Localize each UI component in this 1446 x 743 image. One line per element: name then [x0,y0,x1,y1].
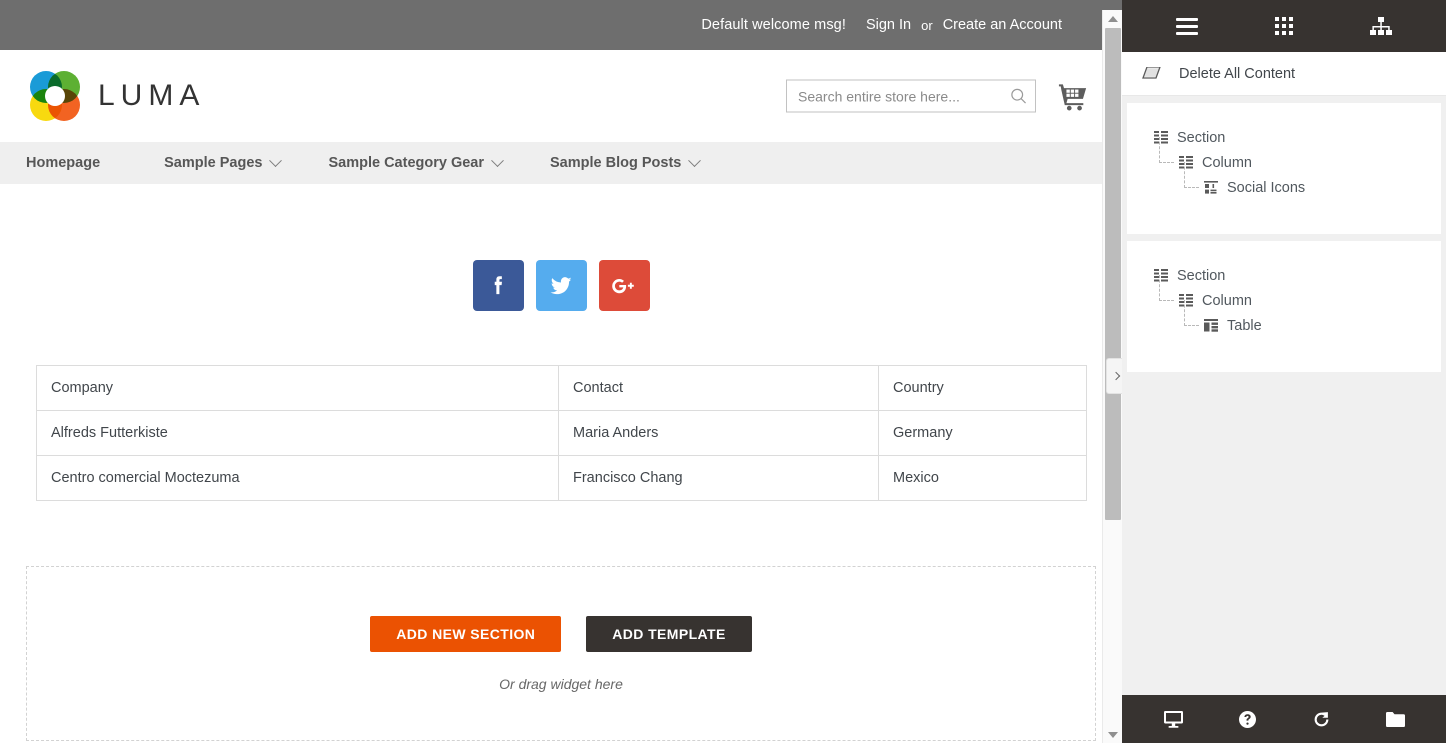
social-icons-block [0,260,1122,311]
grid-icon [1274,17,1293,35]
tree-node-column[interactable]: Column [1127,275,1441,313]
search-box[interactable] [786,79,1036,113]
panel-collapse-handle[interactable] [1106,358,1122,394]
table-header-cell: Contact [558,365,879,411]
chevron-right-icon [1111,371,1120,381]
grid-view-button[interactable] [1264,6,1304,46]
tree-node-label: Social Icons [1227,179,1306,196]
scroll-up-arrow-icon[interactable] [1103,10,1122,27]
nav-item-sample-pages[interactable]: Sample Pages [140,142,304,184]
facebook-icon [494,275,502,294]
welcome-bar: Default welcome msg! Sign In or Create a… [0,0,1122,50]
tree-node-label: Column [1202,292,1252,309]
content-table: Company Contact Country Alfreds Futterki… [36,365,1087,501]
sign-in-link[interactable]: Sign In [866,17,911,33]
add-template-button[interactable]: ADD TEMPLATE [586,615,752,652]
nav-label: Sample Blog Posts [550,155,682,171]
page-content: Company Contact Country Alfreds Futterki… [0,260,1122,741]
main-navigation: Homepage Sample Pages Sample Category Ge… [0,142,1122,184]
help-button[interactable] [1230,702,1264,736]
help-icon [1238,710,1256,728]
twitter-button[interactable] [535,260,587,311]
content-tree: Section Column Social Icons Section Colu… [1122,96,1446,695]
desktop-icon [1163,710,1183,728]
nav-label: Sample Pages [164,155,263,171]
table-cell: Francisco Chang [558,455,879,501]
storefront-preview: Default welcome msg! Sign In or Create a… [0,0,1122,743]
table-cell: Germany [878,410,1087,456]
builder-footer-toolbar [1122,695,1446,743]
table-cell: Alfreds Futterkiste [36,410,559,456]
viewport-button[interactable] [1156,702,1190,736]
nav-item-homepage[interactable]: Homepage [26,142,140,184]
logo[interactable]: LUMA [30,71,205,121]
tree-node-label: Table [1227,317,1262,334]
tree-card: Section Column [1127,241,1441,372]
scroll-down-arrow-icon[interactable] [1103,726,1122,743]
search-input[interactable] [798,88,1010,104]
chevron-down-icon [269,153,283,167]
twitter-icon [550,276,572,294]
google-plus-button[interactable] [598,260,650,311]
templates-folder-button[interactable] [1378,702,1412,736]
page-builder-panel: Delete All Content Section Column Social… [1122,0,1446,743]
dropzone-actions: ADD NEW SECTION ADD TEMPLATE [370,615,752,652]
header-actions [786,79,1088,113]
google-plus-icon [612,278,634,293]
table-icon [1204,318,1218,332]
table-row: Alfreds Futterkiste Maria Anders Germany [36,410,1087,456]
eraser-icon [1142,67,1161,79]
history-icon [1314,711,1328,726]
shopping-cart-icon[interactable] [1058,81,1088,111]
nav-item-sample-category-gear[interactable]: Sample Category Gear [304,142,526,184]
sitemap-icon [1370,16,1393,35]
table-row: Centro comercial Moctezuma Francisco Cha… [36,455,1087,501]
luma-logo-icon [30,71,80,121]
tree-card: Section Column [1127,103,1441,234]
facebook-button[interactable] [472,260,524,311]
app-root: Default welcome msg! Sign In or Create a… [0,0,1446,743]
hamburger-menu-button[interactable] [1167,6,1207,46]
tree-node-section[interactable]: Section [1127,263,1441,288]
hamburger-menu-icon [1175,17,1198,35]
history-button[interactable] [1304,702,1338,736]
delete-all-content-button[interactable]: Delete All Content [1122,52,1446,96]
logo-text: LUMA [98,79,206,112]
table-cell: Mexico [878,455,1087,501]
nav-item-sample-blog-posts[interactable]: Sample Blog Posts [526,142,723,184]
nav-label: Sample Category Gear [328,155,485,171]
add-new-section-button[interactable]: ADD NEW SECTION [370,615,562,652]
table-header-cell: Country [878,365,1087,411]
or-separator: or [921,17,933,33]
tree-node-table[interactable]: Table [1127,300,1441,338]
builder-toolbar [1122,0,1446,52]
chevron-down-icon [688,153,702,167]
structure-view-button[interactable] [1361,6,1401,46]
nav-label: Homepage [26,155,101,171]
search-icon[interactable] [1010,88,1027,105]
table-header-cell: Company [36,365,559,411]
tree-node-social-icons[interactable]: Social Icons [1127,162,1441,200]
social-icons-icon [1204,180,1218,194]
tree-node-label: Column [1202,154,1252,171]
tree-node-label: Section [1177,129,1226,146]
table-header-row: Company Contact Country [36,365,1087,411]
delete-all-content-label: Delete All Content [1179,65,1296,82]
tree-node-label: Section [1177,267,1226,284]
welcome-message: Default welcome msg! [701,17,846,33]
table-cell: Centro comercial Moctezuma [36,455,559,501]
create-account-link[interactable]: Create an Account [943,17,1062,33]
drag-widget-hint: Or drag widget here [499,675,623,692]
widget-drop-zone[interactable]: ADD NEW SECTION ADD TEMPLATE Or drag wid… [26,566,1096,741]
tree-node-column[interactable]: Column [1127,137,1441,175]
table-cell: Maria Anders [558,410,879,456]
scrollbar-thumb[interactable] [1105,28,1121,520]
folder-icon [1385,711,1405,727]
store-header: LUMA [0,50,1122,142]
chevron-down-icon [491,153,504,167]
tree-node-section[interactable]: Section [1127,125,1441,150]
